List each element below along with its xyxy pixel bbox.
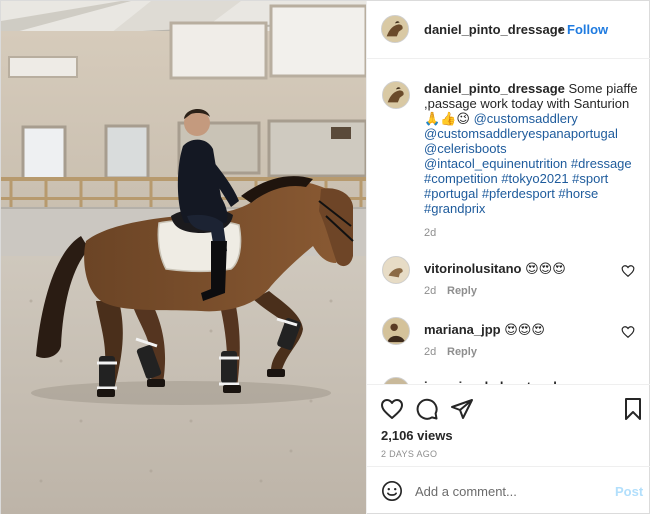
mention-link[interactable]: @customsaddlery — [474, 111, 578, 126]
heart-icon[interactable] — [621, 325, 635, 339]
reply-button[interactable]: Reply — [447, 285, 477, 297]
author-username[interactable]: daniel_pinto_dressage — [424, 22, 565, 37]
comment-username-text[interactable]: vitorinolusitano — [424, 261, 522, 276]
caption-line: Some piaffe — [568, 81, 638, 96]
comment-item: joaquinsaladosotenche — [367, 377, 650, 384]
caption-avatar[interactable] — [382, 81, 410, 109]
hashtag-link[interactable]: #dressage — [571, 156, 632, 171]
heart-icon[interactable] — [621, 264, 635, 278]
mention-link[interactable]: @intacol_equinenutrition — [424, 156, 567, 171]
comments-section[interactable]: daniel_pinto_dressage Some piaffe ,passa… — [367, 59, 650, 384]
post-date: 2 DAYS AGO — [381, 449, 438, 459]
comment-timestamp[interactable]: 2d — [424, 346, 436, 358]
comment-text: 😍😍😍 — [504, 322, 545, 337]
comment-icon[interactable] — [415, 397, 439, 421]
commenter-avatar[interactable] — [382, 377, 410, 384]
post-comment-button[interactable]: Post — [615, 484, 643, 499]
comment-timestamp[interactable]: 2d — [424, 285, 436, 297]
emoji-icon[interactable] — [381, 480, 403, 502]
header-separator: • — [558, 22, 563, 37]
caption-username[interactable]: daniel_pinto_dressage — [424, 81, 565, 96]
caption-line: ,passage work today with Santurion — [424, 96, 630, 111]
share-icon[interactable] — [450, 397, 474, 421]
author-avatar[interactable] — [381, 15, 409, 43]
instagram-post: daniel_pinto_dressage • Follow daniel_pi… — [0, 0, 650, 514]
commenter-avatar[interactable] — [382, 317, 410, 345]
add-comment-bar: Post — [367, 466, 650, 514]
follow-button[interactable]: Follow — [567, 22, 608, 37]
post-video[interactable] — [1, 1, 366, 514]
caption-emoji: 🙏👍😉 — [424, 111, 470, 126]
commenter-avatar[interactable] — [382, 256, 410, 284]
heart-icon[interactable] — [380, 397, 404, 421]
comment-text: 😍😍😍 — [525, 261, 566, 276]
rider-avatar-icon — [383, 318, 409, 344]
post-side-panel: daniel_pinto_dressage • Follow daniel_pi… — [366, 1, 650, 514]
horse-avatar-icon — [383, 82, 409, 108]
caption-timestamp[interactable]: 2d — [424, 227, 436, 239]
bookmark-icon[interactable] — [621, 397, 645, 421]
arena-scene — [1, 1, 366, 514]
hashtag-link[interactable]: #competition #tokyo2021 #sport — [424, 171, 608, 186]
comment-item: vitorinolusitano 😍😍😍 2d Reply — [367, 256, 650, 316]
comment-username[interactable]: vitorinolusitano 😍😍😍 — [424, 261, 566, 277]
comment-input[interactable] — [415, 479, 605, 503]
comment-username-text[interactable]: mariana_jpp — [424, 322, 501, 337]
hashtag-link[interactable]: #portugal #pferdesport #horse — [424, 186, 598, 201]
comment-username[interactable]: mariana_jpp 😍😍😍 — [424, 322, 545, 338]
comment-item: mariana_jpp 😍😍😍 2d Reply — [367, 317, 650, 377]
horse-avatar-icon — [383, 257, 409, 283]
reply-button[interactable]: Reply — [447, 346, 477, 358]
mention-link[interactable]: @customsaddleryespanaportugal — [424, 126, 618, 141]
hashtag-link[interactable]: #grandprix — [424, 201, 485, 216]
mention-link[interactable]: @celerisboots — [424, 141, 507, 156]
horse-avatar-icon — [382, 16, 408, 42]
post-actions: 2,106 views 2 DAYS AGO — [367, 384, 650, 466]
views-count[interactable]: 2,106 views — [381, 428, 453, 443]
caption-text: daniel_pinto_dressage Some piaffe ,passa… — [424, 81, 639, 216]
post-header: daniel_pinto_dressage • Follow — [367, 1, 650, 59]
